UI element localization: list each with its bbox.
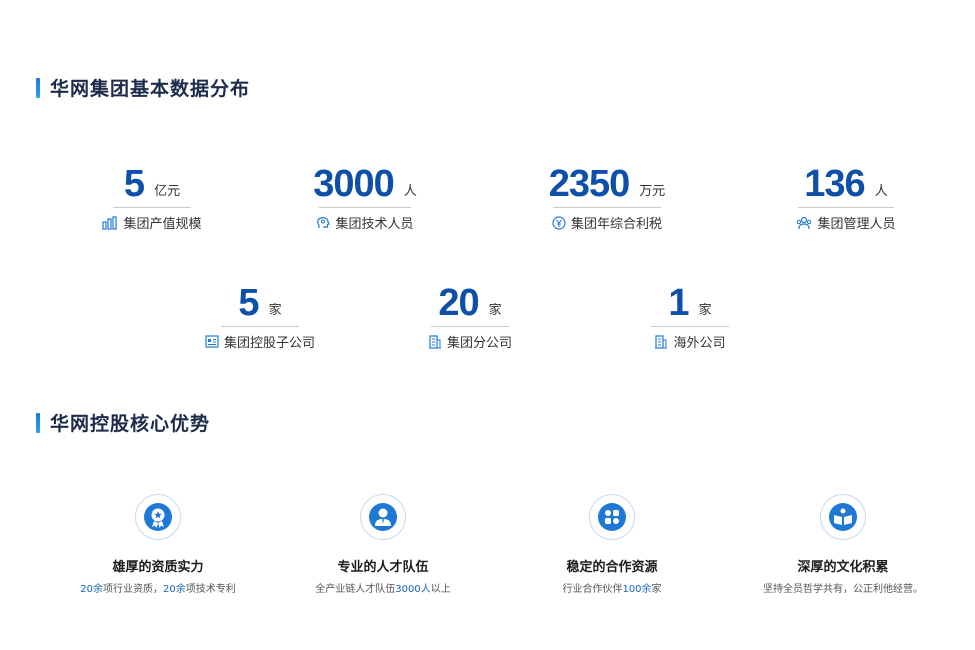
four-leaf-grid-icon (598, 503, 626, 531)
desc-text: 以上 (430, 584, 451, 595)
advantage-talent-team: 专业的人才队伍 全产业链人才队伍3000人以上 (273, 494, 493, 595)
stat-value: 5 (123, 163, 145, 205)
stat-divider (431, 326, 509, 327)
highlight-text: 3000人 (395, 584, 431, 595)
section-title-basic-data: 华网集团基本数据分布 (36, 74, 250, 101)
stat-divider (319, 207, 411, 208)
advantage-icon-circle (135, 494, 181, 540)
stat-divider (553, 207, 661, 208)
advantage-title: 雄厚的资质实力 (112, 560, 204, 575)
stat-label: 集团年综合利税 (570, 217, 662, 232)
advantage-icon-circle (360, 494, 406, 540)
coin-circle-icon (552, 215, 566, 230)
people-group-icon (797, 216, 812, 229)
stat-divider (113, 207, 191, 208)
advantage-desc: 坚持全员哲学共有，公正利他经营。 (733, 580, 953, 595)
stat-unit: 人 (403, 184, 417, 199)
stat-tech-staff: 3000 人 集团技术人员 (275, 163, 455, 232)
building-chart-icon (102, 215, 118, 230)
section-title-text: 华网控股核心优势 (50, 413, 211, 435)
stat-unit: 万元 (639, 184, 666, 199)
office-building-icon (428, 334, 441, 349)
stat-label: 海外公司 (673, 336, 726, 351)
stat-value: 2350 (548, 163, 631, 205)
award-medal-icon (144, 503, 172, 531)
stat-divider (798, 207, 894, 208)
advantage-title: 专业的人才队伍 (337, 560, 429, 575)
advantage-desc: 20余项行业资质，20余项技术专利 (48, 580, 268, 595)
stat-label: 集团产值规模 (123, 217, 202, 232)
highlight-text: 20余 (80, 584, 103, 595)
stat-label: 集团分公司 (446, 336, 512, 351)
desc-text: 项行业资质， (103, 584, 163, 595)
stat-branch-offices: 20 家 集团分公司 (380, 282, 560, 351)
title-accent-bar (36, 77, 40, 98)
stat-label: 集团控股子公司 (223, 336, 315, 351)
stat-unit: 家 (488, 303, 502, 318)
advantage-icon-circle (589, 494, 635, 540)
desc-text: 家 (651, 584, 662, 595)
stat-value: 5 (238, 282, 259, 324)
highlight-text: 20余 (163, 584, 186, 595)
advantage-qualification: 雄厚的资质实力 20余项行业资质，20余项技术专利 (48, 494, 268, 595)
stat-value: 3000 (313, 163, 395, 205)
stat-label: 集团技术人员 (335, 217, 414, 232)
head-brain-icon (317, 216, 331, 228)
stat-unit: 家 (268, 303, 282, 318)
advantage-desc: 行业合作伙伴100余家 (502, 580, 722, 595)
stat-holding-subsidiaries: 5 家 集团控股子公司 (170, 282, 350, 351)
advantage-culture: 深厚的文化积累 坚持全员哲学共有，公正利他经营。 (733, 494, 953, 595)
stat-divider (221, 326, 299, 327)
stat-value: 20 (438, 282, 479, 324)
stat-label: 集团管理人员 (817, 217, 896, 232)
stat-unit: 家 (698, 303, 712, 318)
stat-annual-tax: 2350 万元 集团年综合利税 (517, 163, 697, 232)
person-suit-icon (369, 503, 397, 531)
office-building-icon (655, 334, 668, 349)
section-title-text: 华网集团基本数据分布 (50, 78, 251, 100)
advantage-partner-resources: 稳定的合作资源 行业合作伙伴100余家 (502, 494, 722, 595)
section-title-core-advantages: 华网控股核心优势 (36, 409, 210, 436)
advantage-title: 稳定的合作资源 (566, 560, 658, 575)
advantage-desc: 全产业链人才队伍3000人以上 (273, 580, 493, 595)
stat-output-scale: 5 亿元 集团产值规模 (62, 163, 242, 232)
open-book-icon (829, 503, 857, 531)
stat-divider (651, 326, 729, 327)
stat-unit: 亿元 (154, 184, 181, 199)
desc-text: 坚持全员哲学共有，公正利他经营。 (763, 584, 923, 595)
stat-overseas-companies: 1 家 海外公司 (600, 282, 780, 351)
title-accent-bar (36, 412, 40, 433)
desc-text: 项技术专利 (185, 584, 236, 595)
stat-management-staff: 136 人 集团管理人员 (756, 163, 936, 232)
stat-value: 1 (668, 282, 689, 324)
advantage-title: 深厚的文化积累 (797, 560, 889, 575)
id-card-icon (205, 335, 219, 348)
stat-value: 136 (804, 163, 865, 205)
desc-text: 行业合作伙伴 (562, 584, 623, 595)
advantage-icon-circle (820, 494, 866, 540)
stat-unit: 人 (874, 184, 888, 199)
highlight-text: 100余 (622, 584, 652, 595)
desc-text: 全产业链人才队伍 (315, 584, 396, 595)
